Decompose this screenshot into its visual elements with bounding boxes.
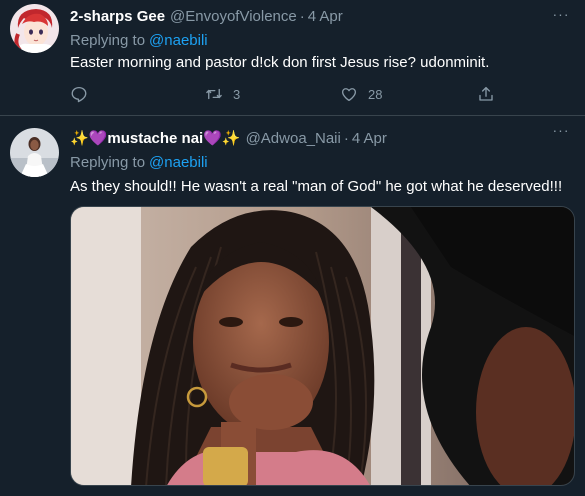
tweet-text: Easter morning and pastor d!ck don first… [70,54,490,71]
more-horizontal-icon: ··· [552,6,570,22]
avatar[interactable] [10,128,59,177]
tweet[interactable]: ✨💜mustache nai💜✨ @Adwoa_Naii · 4 Apr ···… [0,116,585,496]
share-icon [479,86,493,101]
reply-icon [71,86,87,103]
separator: · [299,7,305,25]
like-button[interactable]: 28 [340,84,382,104]
tweet-date[interactable]: 4 Apr [352,130,387,147]
reply-button[interactable] [70,84,98,104]
retweet-count: 3 [233,86,241,102]
attached-photo[interactable] [70,206,575,486]
more-horizontal-icon: ··· [552,122,570,138]
avatar[interactable] [10,4,59,53]
tweet-header: ✨💜mustache nai💜✨ @Adwoa_Naii · 4 Apr [70,128,387,148]
display-name[interactable]: 2-sharps Gee [70,8,165,25]
replying-to: Replying to @naebili [70,154,208,171]
mention-link[interactable]: @naebili [149,32,208,49]
anime-avatar-icon [10,4,59,53]
replying-to: Replying to @naebili [70,32,208,49]
display-name[interactable]: ✨💜mustache nai💜✨ [70,129,241,147]
more-options-button[interactable]: ··· [551,4,571,24]
user-handle[interactable]: @EnvoyofViolence [170,8,297,25]
retweet-button[interactable]: 3 [205,84,240,104]
user-handle[interactable]: @Adwoa_Naii [246,130,341,147]
tweet-date[interactable]: 4 Apr [308,8,343,25]
share-button[interactable] [477,84,495,104]
tweet-text: As they should!! He wasn't a real "man o… [70,178,563,195]
retweet-icon [206,88,222,100]
replying-to-label: Replying to [70,32,146,49]
heart-icon [341,88,357,102]
photo-image [71,207,574,485]
more-options-button[interactable]: ··· [551,120,571,140]
photo-avatar-icon [10,128,59,177]
like-count: 28 [368,86,383,102]
mention-link[interactable]: @naebili [149,154,208,171]
tweet[interactable]: 2-sharps Gee @EnvoyofViolence · 4 Apr ··… [0,0,585,116]
tweet-actions: 3 28 [70,84,500,104]
separator: · [343,129,349,147]
replying-to-label: Replying to [70,154,146,171]
tweet-header: 2-sharps Gee @EnvoyofViolence · 4 Apr [70,6,343,26]
